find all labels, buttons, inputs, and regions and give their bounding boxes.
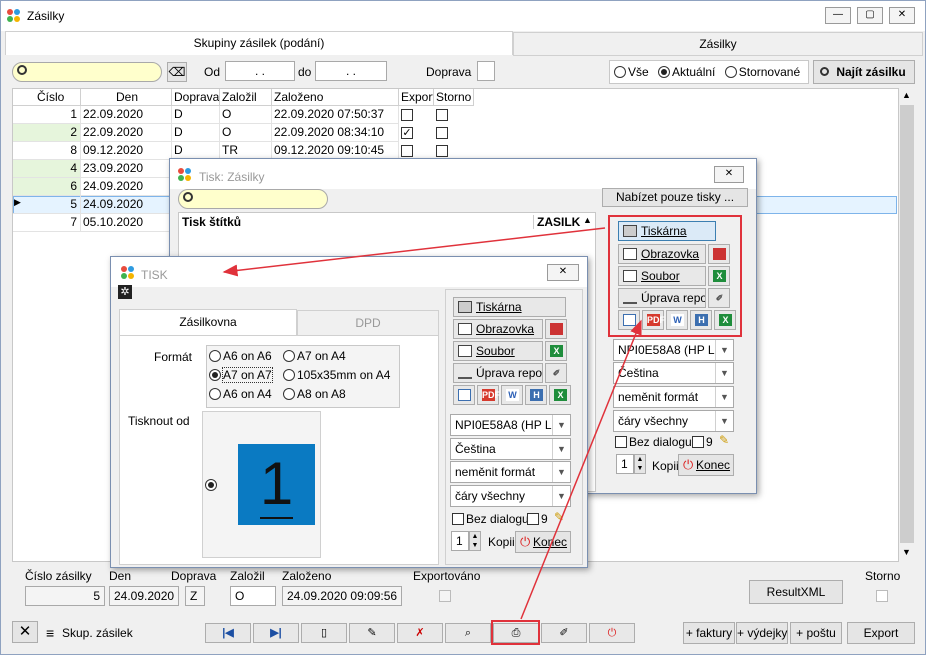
arrow-to-tisk [222,227,606,277]
annotation-arrows [222,227,642,620]
arrow-from-print [520,319,642,620]
